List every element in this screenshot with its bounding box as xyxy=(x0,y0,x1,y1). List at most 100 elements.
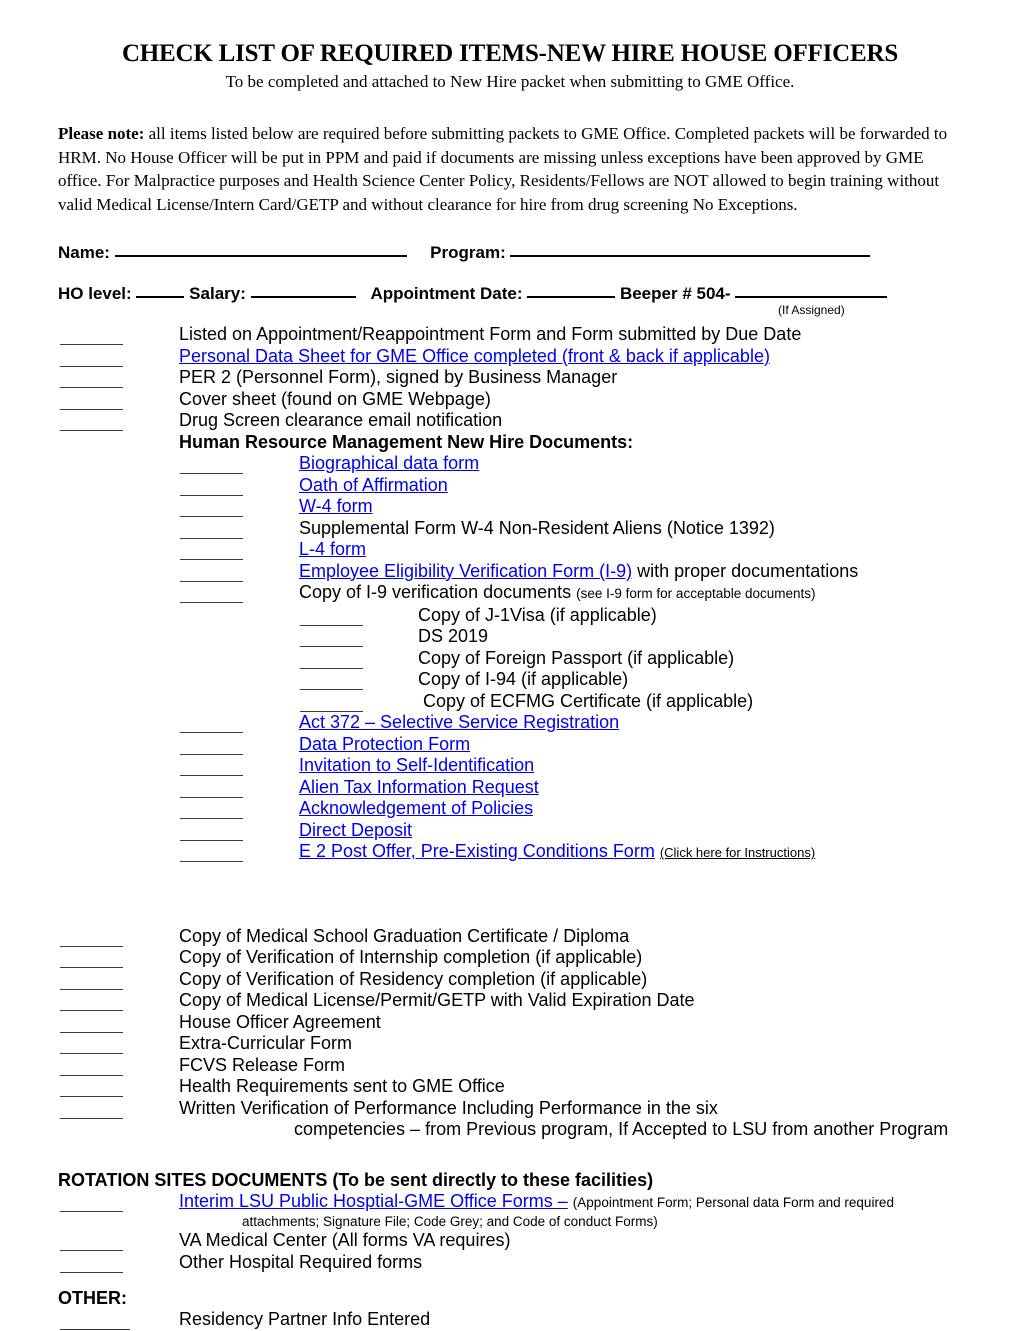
checklist-item[interactable]: W-4 form xyxy=(58,496,962,518)
checkbox-blank[interactable] xyxy=(60,352,123,367)
checkbox-blank[interactable] xyxy=(60,395,123,410)
checkbox-blank[interactable] xyxy=(60,1082,123,1098)
checklist-item-link[interactable]: Acknowledgement of Policies xyxy=(299,798,533,818)
checkbox-blank[interactable] xyxy=(300,675,363,691)
checklist-item-link[interactable]: Oath of Affirmation xyxy=(299,475,448,495)
checkbox-blank[interactable] xyxy=(180,481,243,496)
checkbox-blank[interactable] xyxy=(60,330,123,346)
checklist-item[interactable]: Direct Deposit xyxy=(58,820,962,842)
checklist-item[interactable]: Acknowledgement of Policies xyxy=(58,798,962,820)
checklist-item-link[interactable]: L-4 form xyxy=(299,539,366,559)
checklist-item-link[interactable]: Alien Tax Information Request xyxy=(299,777,539,797)
checklist-item[interactable]: Copy of I-94 (if applicable) xyxy=(58,669,962,691)
checklist-item-link[interactable]: W-4 form xyxy=(299,496,373,516)
checkbox-blank[interactable] xyxy=(180,740,243,755)
checkbox-blank[interactable] xyxy=(60,996,123,1012)
checklist-item[interactable]: Invitation to Self-Identification xyxy=(58,755,962,777)
checkbox-blank[interactable] xyxy=(60,373,123,389)
ho-level-input[interactable] xyxy=(136,283,185,299)
checklist-item[interactable]: Copy of Medical License/Permit/GETP with… xyxy=(58,990,962,1012)
checkbox-blank[interactable] xyxy=(300,611,363,626)
checklist-item[interactable]: VA Medical Center (All forms VA requires… xyxy=(58,1230,962,1252)
checklist-item[interactable]: Supplemental Form W-4 Non-Resident Alien… xyxy=(58,518,962,540)
checkbox-blank[interactable] xyxy=(300,632,363,648)
checklist-item[interactable]: Listed on Appointment/Reappointment Form… xyxy=(58,324,962,346)
checklist-item-link[interactable]: Biographical data form xyxy=(299,453,479,473)
checkbox-blank[interactable] xyxy=(180,847,243,863)
checkbox-blank[interactable] xyxy=(60,1039,123,1055)
checkbox-blank[interactable] xyxy=(180,826,243,841)
checkbox-blank[interactable] xyxy=(180,459,243,475)
checklist-item[interactable]: Personal Data Sheet for GME Office compl… xyxy=(58,346,962,368)
checklist-item-label: Other Hospital Required forms xyxy=(179,1251,423,1272)
checkbox-blank[interactable] xyxy=(60,953,123,969)
checklist-item-label: Drug Screen clearance email notification xyxy=(179,410,503,431)
checklist-item-link[interactable]: Invitation to Self-Identification xyxy=(299,755,534,775)
checklist-item[interactable]: L-4 form xyxy=(58,539,962,561)
checklist-item[interactable]: Drug Screen clearance email notification xyxy=(58,410,962,432)
ho-level-label: HO level: xyxy=(58,284,132,304)
checklist-item[interactable]: Alien Tax Information Request xyxy=(58,777,962,799)
checkbox-blank[interactable] xyxy=(180,804,243,820)
checklist-item[interactable]: Copy of Verification of Internship compl… xyxy=(58,947,962,969)
checkbox-blank[interactable] xyxy=(300,697,363,712)
checkbox-blank[interactable] xyxy=(180,545,243,561)
checklist-item[interactable]: Copy of Verification of Residency comple… xyxy=(58,969,962,991)
interim-lsu-note: (Appointment Form; Personal data Form an… xyxy=(572,1194,894,1210)
checkbox-blank[interactable] xyxy=(180,783,243,798)
checklist-item[interactable]: Copy of Foreign Passport (if applicable) xyxy=(58,648,962,670)
interim-lsu-link[interactable]: Interim LSU Public Hosptial-GME Office F… xyxy=(179,1191,568,1211)
checkbox-blank[interactable] xyxy=(60,1236,123,1252)
checklist-item[interactable]: Written Verification of Performance Incl… xyxy=(58,1098,962,1120)
checklist-item[interactable]: FCVS Release Form xyxy=(58,1055,962,1077)
checklist-item-link[interactable]: Act 372 – Selective Service Registration xyxy=(299,712,619,732)
checkbox-blank[interactable] xyxy=(300,654,363,669)
checklist-item[interactable]: Copy of ECFMG Certificate (if applicable… xyxy=(58,691,962,713)
checklist-item[interactable]: House Officer Agreement xyxy=(58,1012,962,1034)
checklist-item[interactable]: Copy of Medical School Graduation Certif… xyxy=(58,926,962,948)
checklist-item-link[interactable]: Data Protection Form xyxy=(299,734,470,754)
appointment-date-input[interactable] xyxy=(527,283,616,299)
checklist-item[interactable]: PER 2 (Personnel Form), signed by Busine… xyxy=(58,367,962,389)
checkbox-blank[interactable] xyxy=(60,1018,123,1033)
checkbox-blank[interactable] xyxy=(60,1104,123,1119)
checklist-item[interactable]: Copy of I-9 verification documents (see … xyxy=(58,582,962,605)
checklist-item[interactable]: Oath of Affirmation xyxy=(58,475,962,497)
salary-input[interactable] xyxy=(250,283,356,299)
checklist-item[interactable]: Other Hospital Required forms xyxy=(58,1252,962,1274)
checkbox-blank[interactable] xyxy=(60,1258,123,1273)
checkbox-blank[interactable] xyxy=(60,1315,130,1331)
checklist-item[interactable]: Interim LSU Public Hosptial-GME Office F… xyxy=(58,1191,962,1214)
checklist-item[interactable]: Health Requirements sent to GME Office xyxy=(58,1076,962,1098)
checkbox-blank[interactable] xyxy=(180,524,243,539)
checklist-item[interactable]: Copy of J-1Visa (if applicable) xyxy=(58,605,962,627)
checklist-item-link[interactable]: Employee Eligibility Verification Form (… xyxy=(299,561,632,581)
checklist-item-link[interactable]: Direct Deposit xyxy=(299,820,412,840)
checklist-item[interactable]: Data Protection Form xyxy=(58,734,962,756)
checkbox-blank[interactable] xyxy=(60,932,123,947)
checkbox-blank[interactable] xyxy=(60,1061,123,1076)
checklist-item-label: Copy of Verification of Internship compl… xyxy=(179,947,643,968)
checklist-item-link[interactable]: Personal Data Sheet for GME Office compl… xyxy=(179,346,962,368)
checkbox-blank[interactable] xyxy=(60,416,123,432)
checklist-item[interactable]: Employee Eligibility Verification Form (… xyxy=(58,561,962,583)
checklist-item[interactable]: Cover sheet (found on GME Webpage) xyxy=(58,389,962,411)
name-input[interactable] xyxy=(114,242,407,258)
checklist-item-link[interactable]: E 2 Post Offer, Pre-Existing Conditions … xyxy=(299,841,655,861)
checkbox-blank[interactable] xyxy=(60,975,123,990)
checkbox-blank[interactable] xyxy=(180,761,243,777)
checkbox-blank[interactable] xyxy=(180,502,243,518)
checklist-item[interactable]: Biographical data form xyxy=(58,453,962,475)
checkbox-blank[interactable] xyxy=(180,718,243,734)
checklist-item-label: PER 2 (Personnel Form), signed by Busine… xyxy=(179,367,618,388)
checkbox-blank[interactable] xyxy=(180,567,243,582)
checkbox-blank[interactable] xyxy=(60,1197,123,1212)
checklist-item[interactable]: Act 372 – Selective Service Registration xyxy=(58,712,962,734)
program-input[interactable] xyxy=(510,242,871,258)
checklist-item[interactable]: DS 2019 xyxy=(58,626,962,648)
instructions-link[interactable]: (Click here for Instructions) xyxy=(660,845,815,860)
beeper-input[interactable] xyxy=(735,283,888,299)
checklist-item[interactable]: E 2 Post Offer, Pre-Existing Conditions … xyxy=(58,841,962,864)
checkbox-blank[interactable] xyxy=(180,588,243,604)
checklist-item[interactable]: Extra-Curricular Form xyxy=(58,1033,962,1055)
